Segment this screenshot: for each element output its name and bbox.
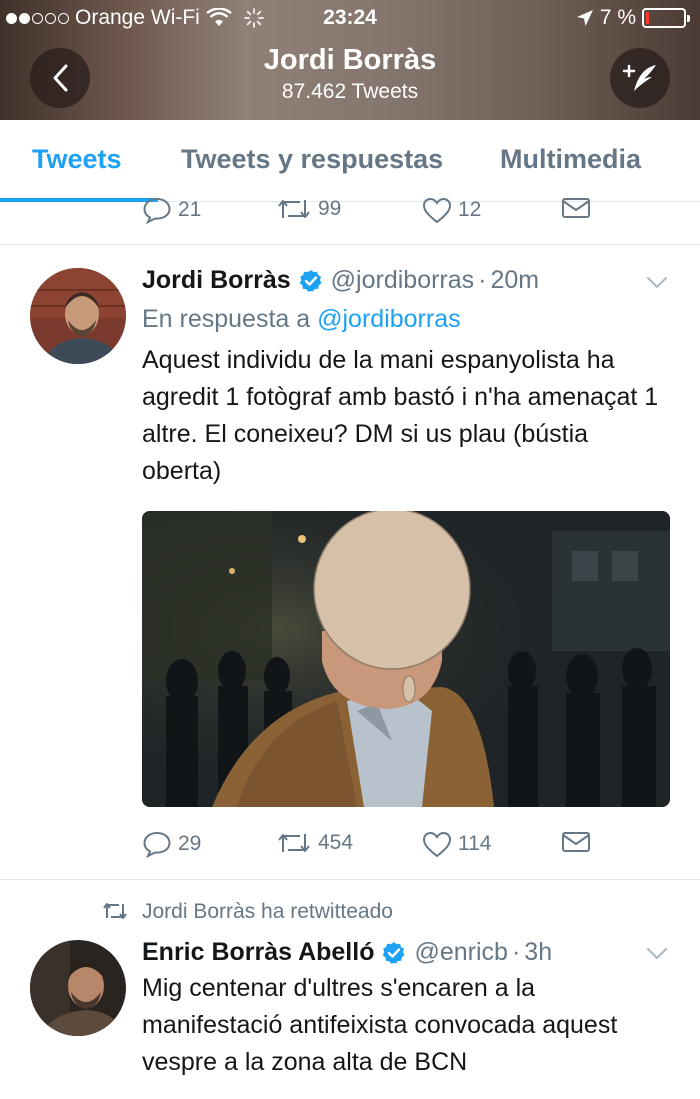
- tab-tweets-and-replies[interactable]: Tweets y respuestas: [181, 144, 443, 175]
- author-name[interactable]: Enric Borràs Abelló: [142, 938, 374, 967]
- direct-message-button[interactable]: [561, 830, 591, 854]
- tweet-header: Enric Borràs Abelló @enricb · 3h: [142, 938, 552, 967]
- retweet-icon: [278, 200, 310, 218]
- author-handle[interactable]: @enricb: [414, 938, 507, 967]
- separator-dot: ·: [511, 938, 521, 966]
- avatar-jordi-borras[interactable]: [30, 268, 126, 364]
- avatar-photo: [30, 940, 126, 1036]
- location-arrow-icon: [576, 10, 593, 26]
- verified-badge-icon: [299, 269, 322, 292]
- tweet-media-image[interactable]: [142, 511, 670, 807]
- tweet-count: 87.462 Tweets: [281, 80, 419, 103]
- nav-bar: Jordi Borràs 87.462 Tweets: [0, 40, 700, 120]
- battery-icon: [642, 8, 690, 28]
- tab-tweets[interactable]: Tweets: [32, 144, 122, 175]
- reply-button[interactable]: 21: [142, 196, 201, 224]
- like-count: 114: [458, 832, 492, 855]
- profile-name-title: Jordi Borràs: [263, 44, 437, 76]
- battery-percent: 7 %: [599, 6, 636, 29]
- previous-tweet-actions: 21 99 12: [142, 196, 642, 236]
- retweet-button[interactable]: 454: [276, 830, 353, 856]
- retweeted-by-label[interactable]: Jordi Borràs ha retwitteado: [142, 900, 393, 924]
- retweet-button[interactable]: 99: [276, 196, 341, 222]
- tweet-text: Aquest individu de la mani espanyolista …: [142, 346, 659, 485]
- tweet-divider: [0, 244, 700, 245]
- heart-icon: [422, 831, 452, 858]
- heart-icon: [422, 197, 452, 224]
- chevron-down-icon[interactable]: [646, 947, 668, 961]
- direct-message-button[interactable]: [561, 196, 591, 220]
- retweet-icon: [278, 834, 310, 852]
- profile-tabs: Tweets Tweets y respuestas Multimedia: [0, 120, 700, 202]
- reply-icon: [143, 831, 171, 858]
- reply-count: 29: [178, 832, 202, 855]
- tweet-divider: [0, 879, 700, 880]
- reply-mention-link[interactable]: @jordiborras: [317, 305, 460, 333]
- compose-tweet-icon: [622, 64, 656, 91]
- envelope-icon: [562, 832, 590, 852]
- like-count: 12: [458, 198, 482, 221]
- avatar-enric-borras[interactable]: [30, 940, 126, 1036]
- reply-context: En respuesta a @jordiborras: [142, 305, 461, 334]
- compose-button[interactable]: [610, 48, 670, 108]
- tweet-text: Mig centenar d'ultres s'encaren a la man…: [142, 974, 618, 1076]
- author-handle[interactable]: @jordiborras: [331, 266, 474, 295]
- tweet-timestamp[interactable]: 3h: [524, 938, 552, 967]
- like-button[interactable]: 114: [422, 830, 491, 858]
- chevron-down-icon[interactable]: [646, 276, 668, 290]
- tweet-timestamp[interactable]: 20m: [490, 266, 539, 295]
- tab-media[interactable]: Multimedia: [500, 144, 641, 175]
- retweet-indicator-icon: [103, 903, 127, 919]
- status-bar: Orange Wi-Fi 23:24 7 %: [0, 6, 700, 36]
- reply-button[interactable]: 29: [142, 830, 201, 858]
- tweet-header: Jordi Borràs @jordiborras · 20m: [142, 266, 539, 295]
- reply-icon: [143, 197, 171, 224]
- reply-count: 21: [178, 198, 202, 221]
- profile-header: Orange Wi-Fi 23:24 7 % Jordi Borràs 87.4…: [0, 0, 700, 120]
- reply-prefix: En respuesta a: [142, 305, 311, 333]
- author-name[interactable]: Jordi Borràs: [142, 266, 291, 295]
- active-tab-indicator: [0, 198, 158, 202]
- like-button[interactable]: 12: [422, 196, 481, 224]
- photo-street-scene: [142, 511, 670, 807]
- envelope-icon: [562, 198, 590, 218]
- tweet-actions: 29 454 114: [142, 830, 642, 870]
- verified-badge-icon: [383, 941, 405, 964]
- retweet-count: 454: [318, 831, 354, 854]
- retweet-count: 99: [318, 197, 342, 220]
- separator-dot: ·: [478, 266, 487, 294]
- avatar-photo: [30, 268, 126, 364]
